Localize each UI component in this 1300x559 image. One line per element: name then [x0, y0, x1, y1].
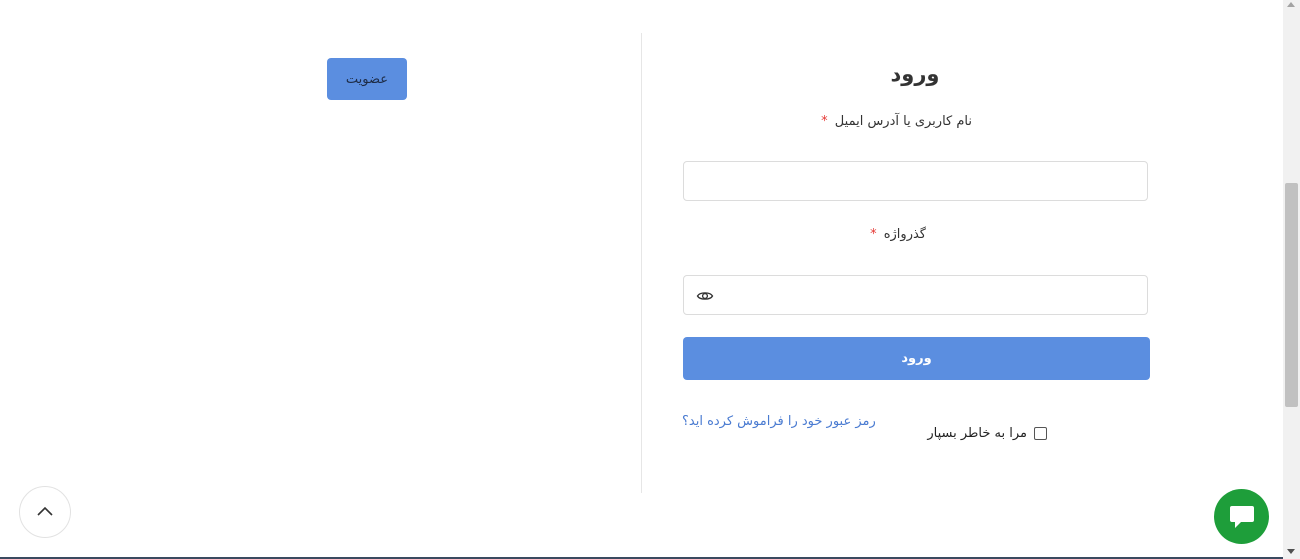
- remember-me[interactable]: مرا به خاطر بسپار: [927, 426, 1047, 441]
- login-button[interactable]: ورود: [683, 337, 1150, 380]
- login-title: ورود: [890, 62, 940, 86]
- scrollbar-thumb[interactable]: [1285, 183, 1298, 407]
- chat-button[interactable]: [1214, 489, 1269, 544]
- forgot-password-link[interactable]: رمز عبور خود را فراموش کرده اید؟: [682, 414, 876, 429]
- scroll-down-arrow-icon[interactable]: [1287, 549, 1295, 554]
- scroll-up-arrow-icon[interactable]: [1287, 2, 1295, 7]
- username-label-text: نام کاربری یا آدرس ایمیل: [834, 114, 972, 129]
- scroll-to-top-button[interactable]: [19, 486, 71, 538]
- column-divider: [641, 33, 642, 493]
- password-input[interactable]: [683, 275, 1148, 315]
- password-label: گذرواژه *: [870, 227, 926, 242]
- register-button[interactable]: عضویت: [327, 58, 407, 100]
- username-label: نام کاربری یا آدرس ایمیل *: [821, 114, 972, 129]
- required-mark: *: [821, 114, 828, 129]
- required-mark: *: [870, 227, 877, 242]
- username-input[interactable]: [683, 161, 1148, 201]
- chat-icon: [1229, 505, 1254, 528]
- remember-me-checkbox[interactable]: [1034, 427, 1047, 440]
- remember-me-label: مرا به خاطر بسپار: [927, 426, 1027, 441]
- chevron-up-icon: [37, 506, 53, 516]
- page: عضویت ورود نام کاربری یا آدرس ایمیل * گذ…: [0, 0, 1283, 557]
- password-label-text: گذرواژه: [883, 227, 926, 242]
- eye-icon[interactable]: [696, 287, 714, 305]
